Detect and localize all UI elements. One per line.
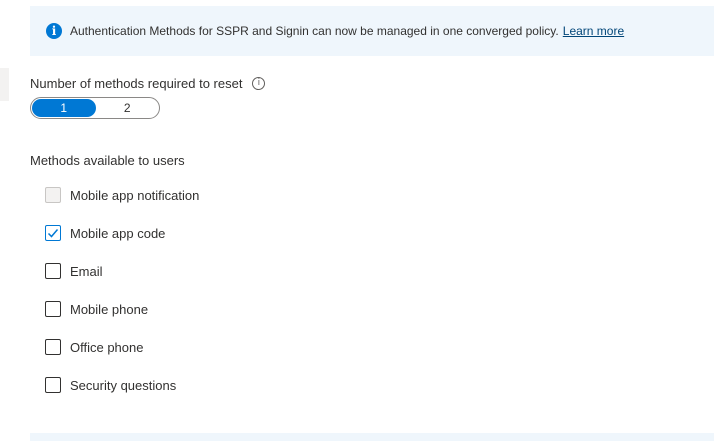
method-mobile-phone[interactable]: Mobile phone [45,299,148,319]
method-label: Mobile app notification [70,187,200,203]
mobile-app-notification-checkbox[interactable] [45,187,61,203]
method-mobile-app-code[interactable]: Mobile app code [45,223,165,243]
method-label: Mobile app code [70,225,166,241]
methods-heading: Methods available to users [30,153,185,168]
banner-text: Authentication Methods for SSPR and Sign… [70,24,559,38]
reset-count-label: Number of methods required to reset [30,76,243,91]
method-office-phone[interactable]: Office phone [45,337,143,357]
reset-count-option-1[interactable]: 1 [32,99,96,117]
security-questions-checkbox[interactable] [45,377,61,393]
left-panel-edge [0,68,9,101]
mobile-phone-checkbox[interactable] [45,301,61,317]
email-checkbox[interactable] [45,263,61,279]
method-label: Email [70,263,103,279]
office-phone-checkbox[interactable] [45,339,61,355]
method-security-questions[interactable]: Security questions [45,375,176,395]
sspr-methods-panel: i Authentication Methods for SSPR and Si… [0,0,714,441]
method-label: Office phone [70,339,144,355]
checkmark-icon [47,229,59,238]
info-icon: i [46,23,62,39]
reset-count-label-row: Number of methods required to reset i [30,76,266,91]
reset-count-toggle: 1 2 [30,97,160,119]
learn-more-link[interactable]: Learn more [563,24,624,38]
method-mobile-app-notification[interactable]: Mobile app notification [45,185,199,205]
method-email[interactable]: Email [45,261,103,281]
info-outline-icon[interactable]: i [252,77,266,90]
info-banner: i Authentication Methods for SSPR and Si… [30,6,714,56]
mobile-app-code-checkbox[interactable] [45,225,61,241]
reset-count-option-2[interactable]: 2 [96,98,160,118]
method-label: Mobile phone [70,301,149,317]
method-label: Security questions [70,377,177,393]
bottom-banner-edge [30,433,714,441]
